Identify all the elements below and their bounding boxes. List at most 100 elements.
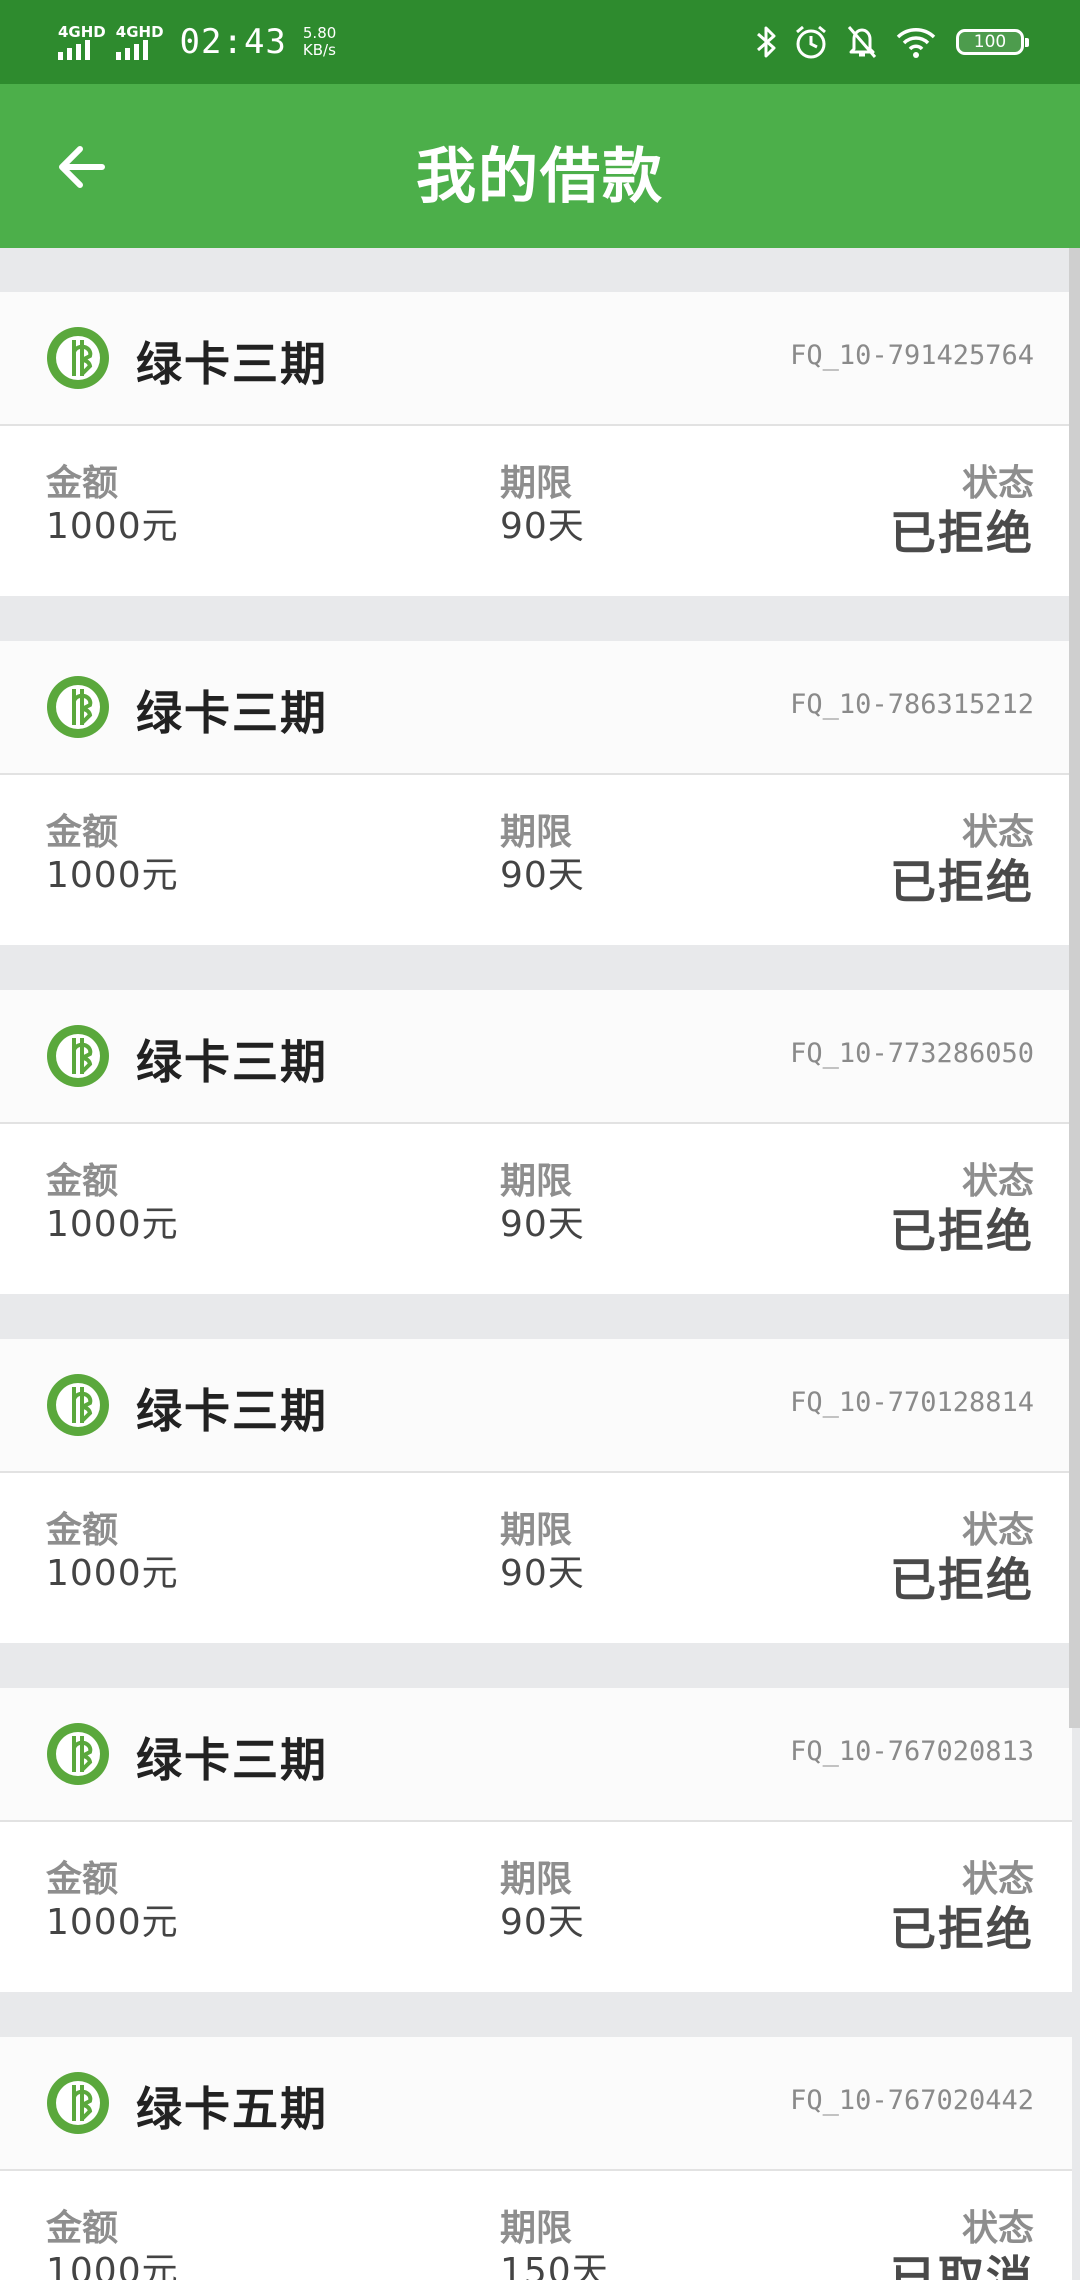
amount-value: 1000元 xyxy=(46,1553,179,1594)
amount-value: 1000元 xyxy=(46,2251,179,2280)
loan-card[interactable]: 绿卡三期 FQ_10-767020813 金额 1000元 期限 90天 状态 … xyxy=(0,1688,1072,1992)
status-value: 已拒绝 xyxy=(890,1902,1034,1956)
amount-column: 金额 1000元 xyxy=(46,464,179,550)
alarm-icon xyxy=(796,25,826,59)
status-label: 状态 xyxy=(961,1510,1034,1551)
term-label: 期限 xyxy=(500,1510,573,1551)
product-logo-icon xyxy=(47,2072,109,2134)
status-column: 状态 已取消 xyxy=(890,2209,1034,2280)
bluetooth-icon xyxy=(757,26,776,58)
term-value: 90天 xyxy=(500,1204,585,1245)
amount-label: 金额 xyxy=(46,1859,119,1900)
order-number: FQ_10-786315212 xyxy=(790,689,1034,720)
term-label: 期限 xyxy=(500,1859,573,1900)
network-speed: 5.80 KB/s xyxy=(303,25,336,59)
amount-value: 1000元 xyxy=(46,506,179,547)
product-logo-icon xyxy=(47,676,109,738)
product-logo-icon xyxy=(47,1723,109,1785)
status-bar-right: 100 xyxy=(740,23,1029,61)
status-value: 已拒绝 xyxy=(890,1553,1034,1607)
term-value: 90天 xyxy=(500,855,585,896)
term-column: 期限 150天 xyxy=(500,2209,609,2280)
status-label: 状态 xyxy=(961,812,1034,853)
network-type-1: 4GHD xyxy=(58,23,106,41)
product-logo-icon xyxy=(47,1374,109,1436)
amount-column: 金额 1000元 xyxy=(46,813,179,899)
network-type-2: 4GHD xyxy=(115,23,164,41)
loan-card[interactable]: 绿卡三期 FQ_10-773286050 金额 1000元 期限 90天 状态 … xyxy=(0,990,1072,1294)
order-number: FQ_10-770128814 xyxy=(790,1387,1034,1418)
order-number: FQ_10-767020442 xyxy=(790,2085,1034,2116)
loan-card-header: 绿卡三期 FQ_10-791425764 xyxy=(0,292,1072,426)
term-label: 期限 xyxy=(500,463,573,504)
status-bar-left: 4GHD 4GHD 02:43 5.80 KB/s xyxy=(58,22,336,62)
loan-card-header: 绿卡三期 FQ_10-770128814 xyxy=(0,1339,1072,1473)
term-value: 90天 xyxy=(500,1902,585,1943)
loan-card[interactable]: 绿卡三期 FQ_10-791425764 金额 1000元 期限 90天 状态 … xyxy=(0,292,1072,596)
order-number: FQ_10-791425764 xyxy=(790,340,1034,371)
clock: 02:43 xyxy=(179,22,287,62)
status-bar: 4GHD 4GHD 02:43 5.80 KB/s 100 xyxy=(0,0,1080,84)
bell-off-icon xyxy=(847,26,877,58)
page-title: 我的借款 xyxy=(416,142,664,212)
term-column: 期限 90天 xyxy=(500,464,585,550)
product-name: 绿卡三期 xyxy=(136,1035,328,1089)
signal-bars-icon xyxy=(58,40,90,60)
loan-card[interactable]: 绿卡五期 FQ_10-767020442 金额 1000元 期限 150天 状态… xyxy=(0,2037,1072,2280)
term-column: 期限 90天 xyxy=(500,813,585,899)
loan-card[interactable]: 绿卡三期 FQ_10-770128814 金额 1000元 期限 90天 状态 … xyxy=(0,1339,1072,1643)
battery-icon: 100 xyxy=(956,29,1029,55)
amount-label: 金额 xyxy=(46,1510,119,1551)
product-name: 绿卡五期 xyxy=(136,2082,328,2136)
status-column: 状态 已拒绝 xyxy=(890,813,1034,911)
signal-bars-icon xyxy=(115,40,148,60)
amount-column: 金额 1000元 xyxy=(46,1860,179,1946)
product-name: 绿卡三期 xyxy=(136,686,328,740)
amount-label: 金额 xyxy=(46,1161,119,1202)
speed-value: 5.80 xyxy=(302,24,337,42)
term-value: 90天 xyxy=(500,506,585,547)
product-logo-icon xyxy=(47,1025,109,1087)
product-name: 绿卡三期 xyxy=(136,337,328,391)
product-logo-icon xyxy=(47,327,109,389)
product-name: 绿卡三期 xyxy=(136,1733,328,1787)
loan-card[interactable]: 绿卡三期 FQ_10-786315212 金额 1000元 期限 90天 状态 … xyxy=(0,641,1072,945)
term-value: 90天 xyxy=(500,1553,585,1594)
amount-value: 1000元 xyxy=(46,1204,179,1245)
amount-column: 金额 1000元 xyxy=(46,1162,179,1248)
status-column: 状态 已拒绝 xyxy=(890,1860,1034,1958)
amount-label: 金额 xyxy=(46,812,119,853)
status-column: 状态 已拒绝 xyxy=(890,464,1034,562)
term-label: 期限 xyxy=(500,2208,573,2249)
signal-2: 4GHD xyxy=(115,23,164,60)
order-number: FQ_10-773286050 xyxy=(790,1038,1034,1069)
status-label: 状态 xyxy=(961,2208,1034,2249)
product-name: 绿卡三期 xyxy=(136,1384,328,1438)
app-bar: 我的借款 xyxy=(0,84,1080,248)
signal-1: 4GHD xyxy=(58,24,106,60)
speed-unit: KB/s xyxy=(302,41,336,59)
amount-column: 金额 1000元 xyxy=(46,2209,179,2280)
term-label: 期限 xyxy=(500,1161,573,1202)
order-number: FQ_10-767020813 xyxy=(790,1736,1034,1767)
loan-list[interactable]: 绿卡三期 FQ_10-791425764 金额 1000元 期限 90天 状态 … xyxy=(0,248,1072,2280)
amount-value: 1000元 xyxy=(46,855,179,896)
term-column: 期限 90天 xyxy=(500,1860,585,1946)
term-column: 期限 90天 xyxy=(500,1511,585,1597)
status-label: 状态 xyxy=(961,463,1034,504)
scrollbar[interactable] xyxy=(1069,248,1080,1728)
status-value: 已拒绝 xyxy=(890,855,1034,909)
loan-card-header: 绿卡三期 FQ_10-767020813 xyxy=(0,1688,1072,1822)
amount-value: 1000元 xyxy=(46,1902,179,1943)
status-column: 状态 已拒绝 xyxy=(890,1511,1034,1609)
status-label: 状态 xyxy=(961,1859,1034,1900)
term-column: 期限 90天 xyxy=(500,1162,585,1248)
battery-level: 100 xyxy=(973,32,1007,52)
amount-label: 金额 xyxy=(46,2208,119,2249)
loan-card-header: 绿卡三期 FQ_10-773286050 xyxy=(0,990,1072,1124)
term-value: 150天 xyxy=(500,2251,609,2280)
status-value: 已取消 xyxy=(890,2251,1034,2280)
status-value: 已拒绝 xyxy=(890,506,1034,560)
status-value: 已拒绝 xyxy=(890,1204,1034,1258)
amount-column: 金额 1000元 xyxy=(46,1511,179,1597)
